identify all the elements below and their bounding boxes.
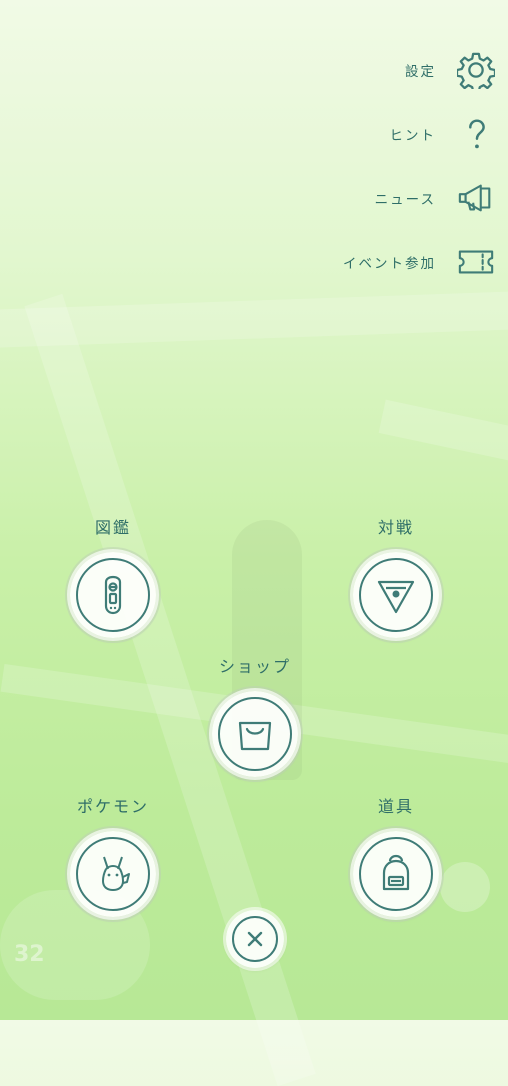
shop-button-ring (218, 697, 292, 771)
pokemon-label: ポケモン (76, 797, 149, 816)
map-street (378, 399, 508, 475)
close-menu-button[interactable] (226, 910, 284, 968)
gear-icon (456, 50, 496, 90)
event-button[interactable]: イベント参加 (236, 240, 496, 284)
tips-button[interactable]: ヒント (236, 112, 496, 156)
pokedex-action: 図鑑 (58, 514, 168, 638)
settings-label: 設定 (405, 64, 436, 80)
shop-button[interactable] (212, 691, 298, 777)
items-action: 道具 (341, 793, 451, 917)
battle-icon (377, 580, 415, 614)
battle-label: 対戦 (377, 518, 414, 537)
shop-action: ショップ (200, 653, 310, 777)
pikachu-icon (102, 856, 130, 891)
pokedex-label: 図鑑 (94, 518, 131, 537)
close-button-ring (232, 916, 278, 962)
items-button[interactable] (353, 831, 439, 917)
items-label: 道具 (377, 797, 414, 816)
shopping-bag-icon (238, 721, 272, 751)
news-label: ニュース (374, 192, 436, 208)
megaphone-icon (456, 178, 496, 218)
ticket-icon (456, 242, 496, 282)
news-button[interactable]: ニュース (236, 176, 496, 220)
pokemon-action: ポケモン (58, 793, 168, 917)
battle-button-ring (359, 558, 433, 632)
pokedex-button[interactable] (70, 552, 156, 638)
pokemon-button-ring (76, 837, 150, 911)
question-icon (456, 114, 496, 154)
pokedex-button-ring (76, 558, 150, 632)
settings-button[interactable]: 設定 (236, 48, 496, 92)
pokemon-button[interactable] (70, 831, 156, 917)
event-label: イベント参加 (343, 256, 436, 272)
backpack-icon (382, 854, 410, 891)
top-menu: 設定 ヒント ニュース イベント参加 (236, 48, 496, 304)
pokedex-icon (104, 575, 122, 615)
items-button-ring (359, 837, 433, 911)
battle-button[interactable] (353, 552, 439, 638)
shop-label: ショップ (218, 657, 291, 676)
battle-action: 対戦 (341, 514, 451, 638)
level-badge-faded: 32 (14, 942, 45, 967)
close-icon (247, 931, 263, 947)
tips-label: ヒント (389, 128, 436, 144)
